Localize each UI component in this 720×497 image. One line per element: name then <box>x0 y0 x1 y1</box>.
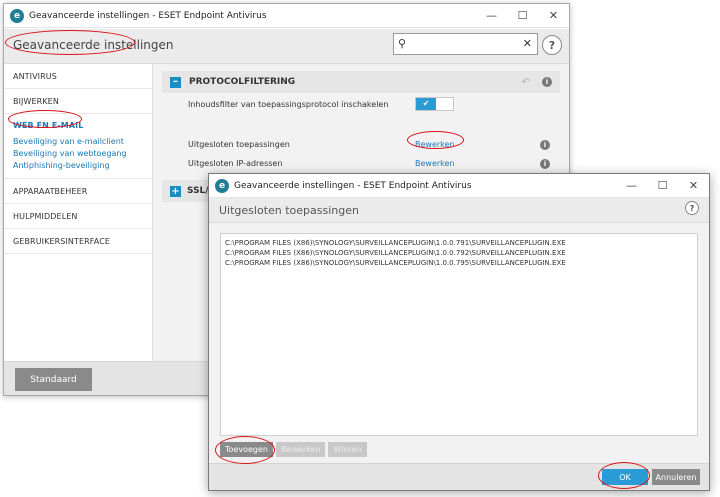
content-filter-toggle[interactable]: ✔ <box>415 97 454 111</box>
search-icon: ⚲ <box>398 37 407 50</box>
edit-excluded-apps-link[interactable]: Bewerken <box>415 140 455 149</box>
default-button[interactable]: Standaard <box>15 368 92 391</box>
info-icon[interactable]: i <box>540 140 550 150</box>
sidebar-item-label: HULPMIDDELEN <box>13 211 78 221</box>
minimize-icon[interactable]: — <box>476 4 507 28</box>
sidebar-group-web-email: WEB EN E-MAIL Beveiliging van e-mailclie… <box>4 114 152 179</box>
close-icon[interactable]: ✕ <box>538 4 569 28</box>
sidebar-item-label: WEB EN E-MAIL <box>13 120 84 130</box>
help-icon[interactable]: ? <box>542 35 562 55</box>
info-icon[interactable]: i <box>542 77 552 87</box>
add-button[interactable]: Toevoegen <box>220 442 273 457</box>
close-icon[interactable]: ✕ <box>678 174 709 198</box>
expand-icon[interactable]: + <box>170 185 181 197</box>
window-title: Geavanceerde instellingen - ESET Endpoin… <box>29 10 267 21</box>
sidebar-subitem-antiphishing[interactable]: Antiphishing-beveiliging <box>4 160 152 172</box>
page-header: Geavanceerde instellingen ⚲ ✕ ? <box>4 29 569 64</box>
eset-logo-icon: e <box>215 178 229 193</box>
search-input[interactable]: ⚲ ✕ <box>393 33 538 55</box>
dialog-title: Uitgesloten toepassingen <box>219 204 359 217</box>
sidebar-item-label: BIJWERKEN <box>13 96 59 106</box>
edit-button[interactable]: Bewerken <box>275 442 326 457</box>
page-title: Geavanceerde instellingen <box>13 38 174 52</box>
dialog-window-title: Geavanceerde instellingen - ESET Endpoin… <box>234 180 472 191</box>
check-icon: ✔ <box>416 98 436 110</box>
maximize-icon[interactable]: ☐ <box>647 174 678 198</box>
list-actions: Toevoegen Bewerken Wissen <box>220 442 367 457</box>
help-icon[interactable]: ? <box>685 201 699 215</box>
clear-icon[interactable]: ✕ <box>523 37 532 50</box>
sidebar-item-web-email[interactable]: WEB EN E-MAIL <box>4 114 152 136</box>
dialog-body: C:\PROGRAM FILES (X86)\SYNOLOGY\SURVEILL… <box>209 223 709 463</box>
setting-label-content-filter: Inhoudsfilter van toepassingsprotocol in… <box>188 100 389 109</box>
sidebar-item-label: ANTIVIRUS <box>13 71 57 81</box>
list-item[interactable]: C:\PROGRAM FILES (X86)\SYNOLOGY\SURVEILL… <box>225 238 693 248</box>
ok-button[interactable]: OK <box>602 469 648 485</box>
sidebar-subitem-email-client[interactable]: Beveiliging van e-mailclient <box>4 136 152 148</box>
info-icon[interactable]: i <box>540 159 550 169</box>
edit-excluded-ips-link[interactable]: Bewerken <box>415 159 455 168</box>
list-item[interactable]: C:\PROGRAM FILES (X86)\SYNOLOGY\SURVEILL… <box>225 258 693 268</box>
maximize-icon[interactable]: ☐ <box>507 4 538 28</box>
sidebar-item-label: GEBRUIKERSINTERFACE <box>13 236 111 246</box>
collapse-icon[interactable]: – <box>170 76 181 88</box>
sidebar-item-user-interface[interactable]: GEBRUIKERSINTERFACE <box>4 229 152 254</box>
list-item[interactable]: C:\PROGRAM FILES (X86)\SYNOLOGY\SURVEILL… <box>225 248 693 258</box>
sidebar-subitem-web-access[interactable]: Beveiliging van webtoegang <box>4 148 152 160</box>
eset-logo-icon: e <box>10 8 24 23</box>
setting-label-excluded-ips: Uitgesloten IP-adressen <box>188 159 283 168</box>
minimize-icon[interactable]: — <box>616 174 647 198</box>
excluded-apps-list[interactable]: C:\PROGRAM FILES (X86)\SYNOLOGY\SURVEILL… <box>220 233 698 436</box>
sidebar-item-label: APPARAATBEHEER <box>13 186 88 196</box>
dialog-header: Uitgesloten toepassingen ? <box>209 198 709 223</box>
dialog-footer: OK Annuleren <box>209 463 709 490</box>
sidebar-item-updates[interactable]: BIJWERKEN <box>4 89 152 114</box>
sidebar-item-antivirus[interactable]: ANTIVIRUS <box>4 64 152 89</box>
remove-button[interactable]: Wissen <box>328 442 367 457</box>
sidebar-item-tools[interactable]: HULPMIDDELEN <box>4 204 152 229</box>
section-header-protocol-filtering[interactable]: – PROTOCOLFILTERING ↶ i <box>162 71 560 93</box>
title-bar: e Geavanceerde instellingen - ESET Endpo… <box>4 4 569 28</box>
sidebar-item-device-control[interactable]: APPARAATBEHEER <box>4 179 152 204</box>
excluded-apps-dialog: e Geavanceerde instellingen - ESET Endpo… <box>208 173 710 491</box>
sidebar: ANTIVIRUS BIJWERKEN WEB EN E-MAIL Beveil… <box>4 64 153 361</box>
setting-label-excluded-apps: Uitgesloten toepassingen <box>188 140 290 149</box>
section-title: PROTOCOLFILTERING <box>189 77 296 87</box>
dialog-title-bar: e Geavanceerde instellingen - ESET Endpo… <box>209 174 709 198</box>
reset-icon[interactable]: ↶ <box>522 77 530 88</box>
cancel-button[interactable]: Annuleren <box>652 469 700 485</box>
